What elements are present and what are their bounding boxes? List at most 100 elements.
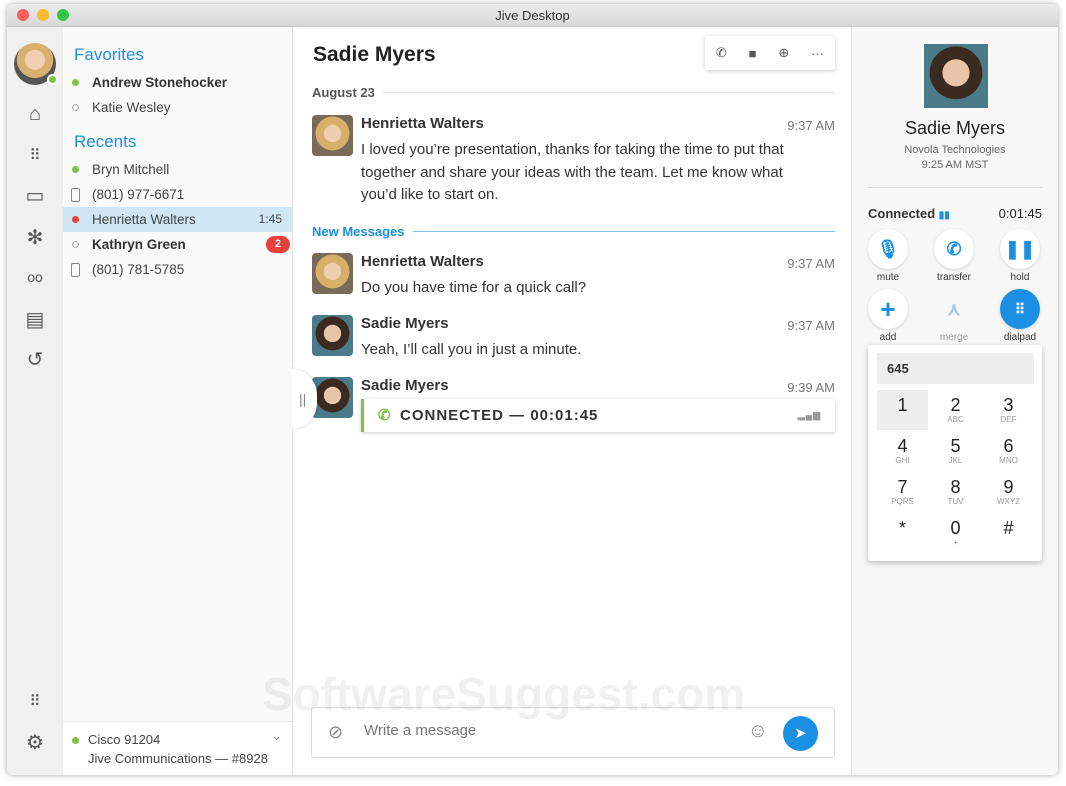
add-button[interactable]: + add — [868, 289, 908, 343]
dialpad-icon[interactable]: ⠿ — [23, 143, 47, 167]
zoom-button[interactable] — [57, 9, 69, 21]
chat-pane: Sadie Myers ✆ ■ ⊕ ··· August 23 Henrietta W… — [291, 27, 851, 775]
merge-button[interactable]: ⋏ merge — [934, 289, 974, 343]
dialpad-key[interactable]: 0 + — [930, 513, 981, 553]
contact-local-time: 9:25 AM MST — [921, 159, 989, 171]
minimize-button[interactable] — [37, 9, 49, 21]
key-digit: 4 — [897, 436, 908, 456]
contact-photo — [924, 44, 988, 108]
dialpad-key[interactable]: 9 WXYZ — [983, 472, 1034, 512]
dialpad-key[interactable]: 5 JKL — [930, 431, 981, 471]
phone-icon: ✆ — [378, 407, 392, 424]
dialpad-key[interactable]: 7 PQRS — [877, 472, 928, 512]
send-button[interactable]: ➤ — [783, 716, 818, 751]
contacts-icon[interactable]: ▤ — [23, 307, 47, 331]
message-input[interactable] — [364, 722, 724, 739]
contact-company: Novola Technologies — [904, 144, 1006, 156]
contact-list: Favorites Andrew Stonehocker Katie Wesle… — [63, 27, 293, 775]
dialpad-key[interactable]: 4 GHI — [877, 431, 928, 471]
phone-icon[interactable]: ✆ — [716, 45, 727, 61]
dialpad-key[interactable]: # — [983, 513, 1034, 553]
recent-item[interactable]: Henrietta Walters 1:45 — [63, 207, 292, 232]
merge-icon: ⋏ — [934, 289, 974, 329]
chat-title: Sadie Myers — [313, 43, 436, 66]
nav-rail: ⌂ ⠿ ▭ ✻ oo ▤ ↺ ⠿ ⚙ — [7, 27, 63, 775]
key-digit: 3 — [1003, 395, 1014, 415]
key-letters: MNO — [999, 456, 1018, 465]
history-icon[interactable]: ↺ — [23, 347, 47, 371]
avatar — [312, 253, 353, 294]
dialpad-icon: ⠿ — [1000, 289, 1040, 329]
close-button[interactable] — [17, 9, 29, 21]
recent-item[interactable]: (801) 977-6671 — [63, 182, 292, 207]
dialpad-button[interactable]: ⠿ dialpad — [1000, 289, 1040, 343]
video-icon[interactable]: ■ — [749, 46, 757, 61]
call-status-card: ✆ CONNECTED — 00:01:45 ▂▄▆ — [361, 399, 835, 432]
avatar[interactable] — [14, 43, 58, 85]
call-timer: 0:01:45 — [998, 206, 1042, 221]
date-divider: August 23 — [312, 85, 835, 100]
chat-toolbar: ✆ ■ ⊕ ··· — [705, 36, 835, 70]
transfer-button[interactable]: ✆ transfer — [934, 229, 974, 283]
recent-item[interactable]: Kathryn Green 2 — [63, 232, 292, 257]
key-digit: 0 — [950, 518, 961, 538]
key-letters: DEF — [1000, 415, 1017, 424]
phone-icon — [71, 188, 80, 202]
favorite-item[interactable]: Katie Wesley — [63, 95, 292, 120]
dialpad-key[interactable]: * — [877, 513, 928, 553]
add-person-icon[interactable]: ⊕ — [778, 45, 789, 61]
settings-icon[interactable]: ⚙ — [23, 730, 47, 754]
dialpad-key[interactable]: 2 ABC — [930, 390, 981, 430]
contact-name: Sadie Myers — [904, 118, 1006, 138]
more-icon[interactable]: ··· — [811, 46, 824, 61]
favorites-heading: Favorites — [74, 45, 144, 64]
emoji-icon[interactable]: ☺ — [748, 720, 768, 743]
key-digit: 1 — [897, 395, 908, 415]
dialpad-key[interactable]: 3 DEF — [983, 390, 1034, 430]
contact-name: Henrietta Walters — [92, 212, 196, 227]
key-digit: 2 — [950, 395, 961, 415]
dialpad: 645 1 2 ABC 3 DEF 4 GHI 5 JKL 6 MNO 7 PQRS 8 TUV 9 WXYZ *… — [868, 345, 1042, 561]
recents-heading: Recents — [74, 132, 137, 151]
home-icon[interactable]: ⌂ — [23, 102, 47, 126]
avatar — [312, 377, 353, 418]
voicemail-icon[interactable]: oo — [23, 265, 47, 289]
line-name: Cisco 91204 — [88, 732, 161, 747]
pause-icon: ❚❚ — [1000, 229, 1040, 269]
dialpad-key[interactable]: 1 — [877, 390, 928, 430]
key-letters: TUV — [947, 497, 964, 506]
dialpad-display[interactable]: 645 — [877, 353, 1034, 384]
key-letters: GHI — [895, 456, 910, 465]
dialpad-key[interactable]: 6 MNO — [983, 431, 1034, 471]
key-digit: 5 — [950, 436, 961, 456]
chat-icon[interactable]: ▭ — [23, 183, 47, 207]
key-digit: # — [1003, 518, 1014, 538]
recent-item[interactable]: (801) 781-5785 — [63, 257, 292, 282]
favorite-item[interactable]: Andrew Stonehocker — [63, 70, 292, 95]
key-digit: 9 — [1003, 477, 1014, 497]
avatar — [312, 315, 353, 356]
app-window: Jive Desktop ⌂ ⠿ ▭ ✻ oo ▤ ↺ ⠿ ⚙ Favorite… — [7, 4, 1058, 775]
call-status: Connected ▮▮ — [868, 206, 950, 221]
conference-icon[interactable]: ✻ — [23, 225, 47, 249]
recent-item[interactable]: Bryn Mitchell — [63, 157, 292, 182]
contact-name: Kathryn Green — [92, 237, 186, 252]
contact-name: (801) 781-5785 — [92, 262, 185, 277]
call-panel: Sadie Myers Novola Technologies 9:25 AM … — [851, 27, 1058, 775]
attach-icon[interactable]: ⊘ — [328, 722, 343, 743]
apps-icon[interactable]: ⠿ — [23, 689, 47, 713]
hold-button[interactable]: ❚❚ hold — [1000, 229, 1040, 283]
mic-off-icon: 🎙︎ — [868, 229, 908, 269]
line-selector[interactable]: Cisco 91204 Jive Communications — #8928 ⌄ — [63, 721, 292, 775]
contact-name: Andrew Stonehocker — [92, 75, 228, 90]
plus-icon: + — [868, 289, 908, 329]
key-digit: 7 — [897, 477, 908, 497]
watermark: SoftwareSuggest.com — [262, 668, 746, 720]
key-letters: + — [953, 538, 958, 547]
mute-button[interactable]: 🎙︎ mute — [868, 229, 908, 283]
transfer-icon: ✆ — [934, 229, 974, 269]
online-status-dot — [47, 74, 58, 85]
audio-level-icon: ▮▮ — [938, 210, 950, 221]
dialpad-key[interactable]: 8 TUV — [930, 472, 981, 512]
key-letters: PQRS — [891, 497, 914, 506]
